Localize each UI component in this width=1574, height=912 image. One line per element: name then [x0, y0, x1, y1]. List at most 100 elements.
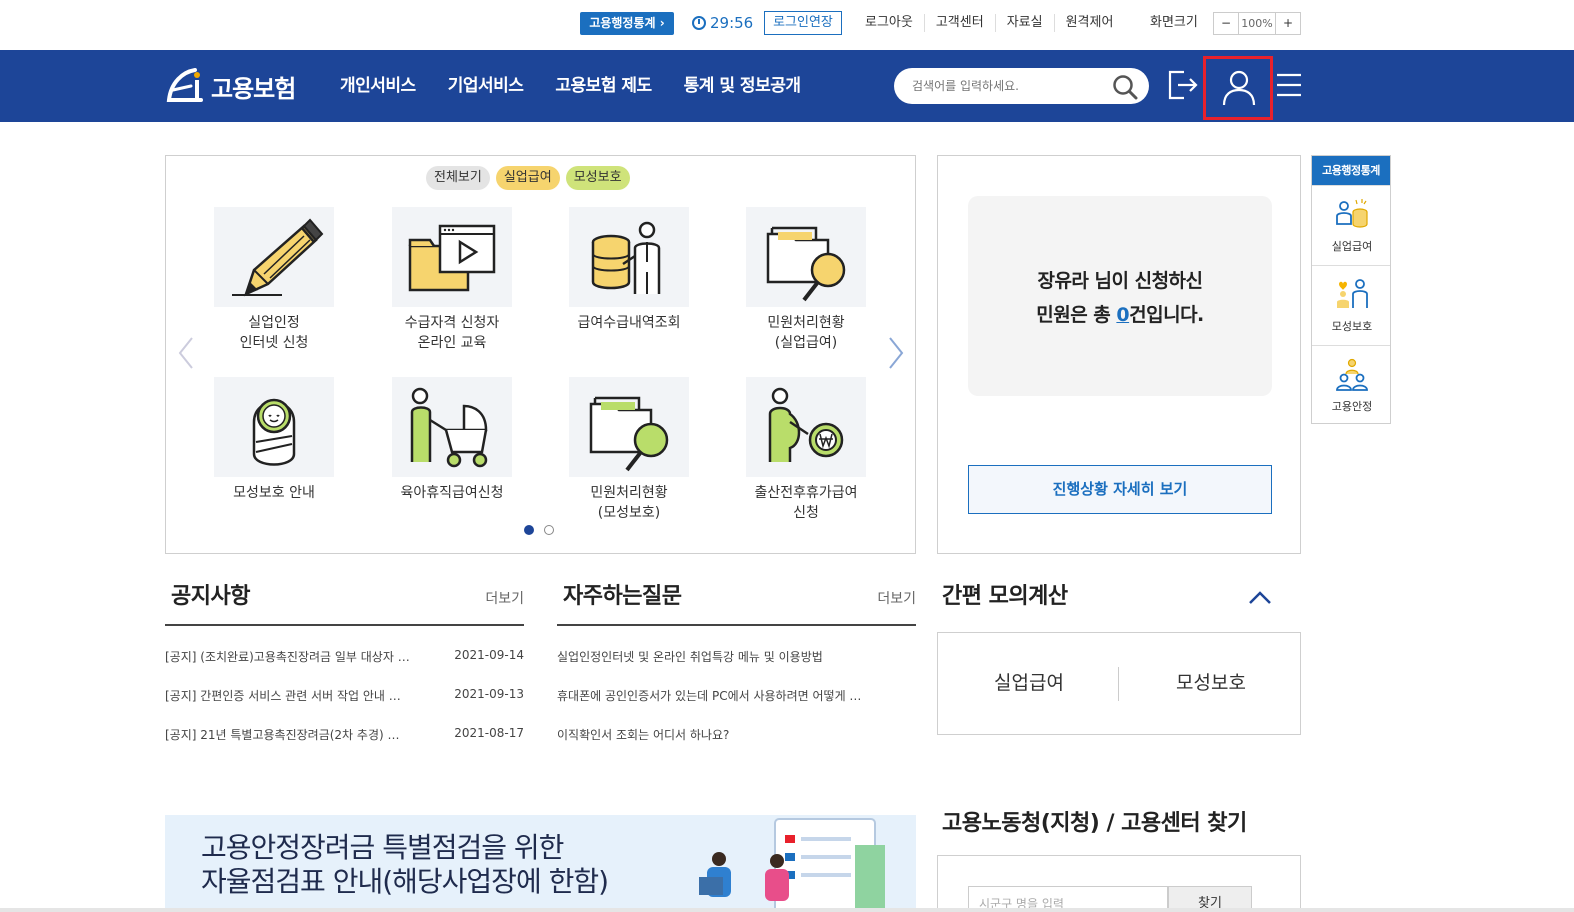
nav-personal-service[interactable]: 개인서비스 — [340, 72, 416, 100]
zoom-value: 100% — [1238, 13, 1276, 34]
simple-calculator-box: 실업급여 모성보호 — [937, 632, 1301, 735]
faq-row-title: 이직확인서 조회는 어디서 하나요? — [557, 728, 730, 742]
banner-line-1: 고용안정장려금 특별점검을 위한 — [201, 831, 564, 864]
employment-stats-button[interactable]: 고용행정통계 › — [580, 12, 674, 35]
faq-list: 실업인정인터넷 및 온라인 취업특강 메뉴 및 이용방법 휴대폰에 공인인증서가… — [557, 648, 916, 765]
faq-row-title: 휴대폰에 공인인증서가 있는데 PC에서 사용하려면 어떻게 … — [557, 689, 862, 703]
utility-links: 로그아웃 고객센터 자료실 원격제어 — [854, 14, 1124, 32]
service-civil-status-unemployment[interactable]: 민원처리현황 (실업급여) — [726, 207, 886, 353]
service-online-education[interactable]: 수급자격 신청자 온라인 교육 — [372, 207, 532, 353]
my-page-button[interactable] — [1203, 56, 1273, 120]
service-label: 육아휴직급여신청 — [400, 485, 504, 501]
service-tile — [214, 207, 334, 307]
service-maternity-guide[interactable]: 모성보호 안내 — [194, 377, 354, 503]
calc-unemployment-button[interactable]: 실업급여 — [938, 668, 1120, 698]
chip-maternity[interactable]: 모성보호 — [565, 166, 630, 190]
coins-people-icon — [1336, 199, 1368, 228]
faq-more-link[interactable]: 더보기 — [877, 588, 916, 608]
quick-item-maternity[interactable]: 모성보호 — [1312, 265, 1390, 345]
status-suffix: 건입니다. — [1129, 304, 1204, 326]
nav-business-service[interactable]: 기업서비스 — [448, 72, 524, 100]
carousel-dot-2[interactable] — [544, 525, 554, 535]
service-tile — [746, 377, 866, 477]
folder-search-icon — [766, 226, 846, 302]
remote-control-link[interactable]: 원격제어 — [1053, 14, 1125, 32]
service-civil-status-maternity[interactable]: 민원처리현황 (모성보호) — [549, 377, 709, 523]
quick-menu-title[interactable]: 고용행정통계 — [1312, 156, 1390, 185]
utility-bar: 고용행정통계 › 29:56 로그인연장 로그아웃 고객센터 자료실 원격제어 … — [0, 0, 1574, 50]
search-input[interactable] — [912, 76, 1102, 96]
carousel-next-icon[interactable] — [886, 336, 906, 370]
nav-statistics[interactable]: 통계 및 정보공개 — [684, 72, 801, 100]
quick-item-label: 모성보호 — [1331, 320, 1373, 333]
quick-stats-menu: 고용행정통계 실업급여 모성보호 고용안정 — [1311, 155, 1391, 424]
quick-item-stability[interactable]: 고용안정 — [1312, 345, 1390, 425]
faq-row[interactable]: 실업인정인터넷 및 온라인 취업특강 메뉴 및 이용방법 — [557, 648, 916, 687]
carousel-prev-icon[interactable] — [176, 336, 196, 370]
office-finder-title: 고용노동청(지청) / 고용센터 찾기 — [942, 811, 1247, 836]
service-label: 급여수급내역조회 — [577, 315, 681, 331]
carousel-pagination — [524, 525, 564, 535]
pregnant-won-icon — [768, 387, 844, 462]
promo-banner[interactable]: 고용안정장려금 특별점검을 위한 자율점검표 안내(해당사업장에 한함) — [165, 815, 916, 912]
notice-divider — [165, 624, 524, 626]
service-label: 민원처리현황 (실업급여) — [767, 315, 845, 351]
calc-divider — [1118, 667, 1119, 701]
pencil-icon — [232, 218, 324, 297]
zoom-in-button[interactable]: + — [1276, 13, 1300, 34]
service-parental-leave[interactable]: 육아휴직급여신청 — [372, 377, 532, 503]
notice-row[interactable]: [공지] 간편인증 서비스 관련 서버 작업 안내 … 2021-09-13 — [165, 687, 524, 726]
notice-title: 공지사항 — [171, 584, 250, 609]
service-label: 실업인정 인터넷 신청 — [239, 315, 309, 351]
logo-text: 고용보험 — [211, 74, 296, 103]
banner-line-2: 자율점검표 안내(해당사업장에 한함) — [201, 865, 609, 898]
notice-row-date: 2021-08-17 — [454, 726, 524, 740]
notice-row-date: 2021-09-14 — [454, 648, 524, 662]
logout-link[interactable]: 로그아웃 — [854, 14, 924, 32]
service-tile — [746, 207, 866, 307]
notice-board: 공지사항 더보기 [공지] (조치완료)고용촉진장려금 일부 대상자 … 2021… — [165, 580, 524, 742]
notice-list: [공지] (조치완료)고용촉진장려금 일부 대상자 … 2021-09-14 [공… — [165, 648, 524, 765]
hamburger-menu-icon[interactable] — [1276, 72, 1302, 98]
notice-row[interactable]: [공지] (조치완료)고용촉진장려금 일부 대상자 … 2021-09-14 — [165, 648, 524, 687]
application-status-panel: 장유라 님이 신청하신 민원은 총 0건입니다. 진행상황 자세히 보기 — [937, 155, 1301, 554]
faq-row[interactable]: 이직확인서 조회는 어디서 하나요? — [557, 726, 916, 765]
resources-link[interactable]: 자료실 — [994, 14, 1054, 32]
service-label: 수급자격 신청자 온라인 교육 — [404, 315, 500, 351]
service-label: 민원처리현황 (모성보호) — [590, 485, 668, 521]
notice-row-title: [공지] 간편인증 서비스 관련 서버 작업 안내 … — [165, 689, 401, 703]
site-logo[interactable]: 고용보험 — [165, 62, 296, 110]
nav-insurance-system[interactable]: 고용보험 제도 — [555, 72, 652, 100]
chevron-up-icon[interactable] — [1247, 588, 1273, 608]
banner-text: 고용안정장려금 특별점검을 위한 자율점검표 안내(해당사업장에 한함) — [201, 831, 609, 899]
status-message: 장유라 님이 신청하신 민원은 총 0건입니다. — [968, 264, 1272, 332]
main-nav: 개인서비스 기업서비스 고용보험 제도 통계 및 정보공개 — [340, 72, 833, 100]
faq-row-title: 실업인정인터넷 및 온라인 취업특강 메뉴 및 이용방법 — [557, 650, 823, 664]
notice-row[interactable]: [공지] 21년 특별고용촉진장려금(2차 추경) … 2021-08-17 — [165, 726, 524, 765]
calc-maternity-button[interactable]: 모성보호 — [1120, 668, 1302, 698]
application-count[interactable]: 0 — [1116, 304, 1129, 326]
service-maternity-leave-benefit[interactable]: 출산전후휴가급여 신청 — [726, 377, 886, 523]
faq-row[interactable]: 휴대폰에 공인인증서가 있는데 PC에서 사용하려면 어떻게 … — [557, 687, 916, 726]
simple-calculator-title: 간편 모의계산 — [942, 584, 1068, 609]
zoom-out-button[interactable]: − — [1214, 13, 1238, 34]
stroller-icon — [410, 387, 488, 468]
notice-row-date: 2021-09-13 — [454, 687, 524, 701]
extend-login-button[interactable]: 로그인연장 — [764, 11, 842, 35]
service-tile — [569, 377, 689, 477]
chip-unemployment[interactable]: 실업급여 — [495, 166, 560, 190]
logout-icon[interactable] — [1166, 68, 1200, 102]
search-icon[interactable] — [1112, 74, 1138, 100]
view-progress-button[interactable]: 진행상황 자세히 보기 — [968, 465, 1272, 514]
notice-more-link[interactable]: 더보기 — [485, 588, 524, 608]
service-label: 출산전후휴가급여 신청 — [754, 485, 858, 521]
carousel-dot-1[interactable] — [524, 525, 534, 535]
customer-center-link[interactable]: 고객센터 — [923, 14, 995, 32]
search-box — [894, 68, 1149, 104]
service-shortcuts-panel: 전체보기 실업급여 모성보호 실업인정 인터넷 신청 수급자격 신청자 온라인 … — [165, 155, 916, 554]
chip-all[interactable]: 전체보기 — [426, 166, 490, 190]
faq-divider — [557, 624, 916, 626]
service-unemployment-recognition[interactable]: 실업인정 인터넷 신청 — [194, 207, 354, 353]
service-benefit-history[interactable]: 급여수급내역조회 — [549, 207, 709, 333]
quick-item-unemployment[interactable]: 실업급여 — [1312, 185, 1390, 265]
